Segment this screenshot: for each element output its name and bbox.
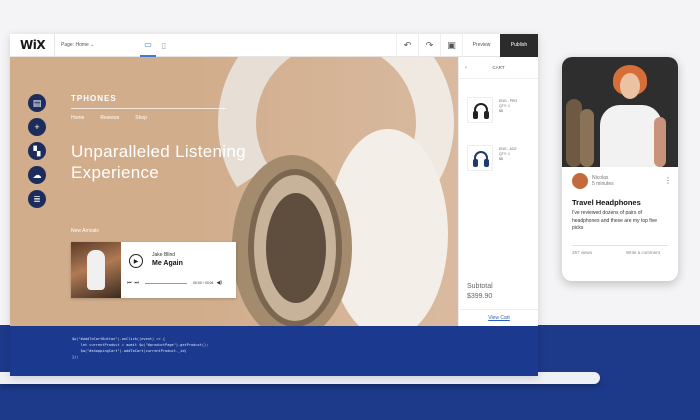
music-player: ▶ Jake Blind Me Again ⏮ ⏭ 00:00 / 03:04 … (71, 242, 236, 298)
undo-icon[interactable]: ↶ (396, 34, 418, 57)
editor-tools-rail: ▤ + ▚ ☁ ≣ (28, 94, 46, 208)
code-line: }); (72, 355, 79, 359)
runner-figure (87, 250, 105, 290)
page-selector[interactable]: Page: Home ⌄ (54, 34, 104, 57)
subtotal-label: Subtotal (467, 283, 493, 290)
person-shirt (600, 105, 662, 167)
redo-icon[interactable]: ↷ (418, 34, 440, 57)
cart-item-meta: ENG - PRO QTY: 1 $$ (499, 97, 517, 123)
cart-header: ‹ CART (459, 57, 538, 79)
nav-item-shop[interactable]: Shop (135, 115, 147, 121)
cart-item[interactable]: ENG - ACE QTY: 1 $$ (467, 145, 517, 171)
code-panel[interactable]: $w("#addToCartButton").onClick((event) =… (10, 326, 538, 376)
wix-logo: WiX (20, 38, 46, 52)
post-excerpt: I've reviewed dozens of pairs of headpho… (572, 210, 658, 231)
cloud-upload-icon[interactable]: ☁ (28, 166, 46, 184)
more-options-icon[interactable]: ⋮ (664, 176, 672, 185)
headphones-mesh (266, 193, 326, 303)
post-time: 5 minutes (592, 181, 614, 187)
mobile-preview: Nicolas 5 minutes ⋮ Travel Headphones I'… (562, 57, 678, 281)
volume-icon[interactable]: ◀) (216, 280, 222, 286)
cart-item-price: $$ (499, 157, 503, 161)
add-icon[interactable]: + (28, 118, 46, 136)
cart-panel: ‹ CART ENG - PRO QTY: 1 $$ ENG - ACE QTY… (458, 57, 538, 326)
cart-item-price: $$ (499, 109, 503, 113)
player-body: ▶ Jake Blind Me Again ⏮ ⏭ 00:00 / 03:04 … (121, 242, 236, 298)
save-icon[interactable]: ▣ (440, 34, 462, 57)
headphones-thumbnail (467, 145, 493, 171)
headphones-thumbnail-cup (484, 159, 489, 167)
post-title[interactable]: Travel Headphones (572, 198, 641, 207)
cart-title: CART (492, 65, 505, 70)
track-title: Me Again (152, 260, 183, 267)
previous-icon[interactable]: ⏮ (127, 280, 132, 286)
person-face (620, 73, 640, 99)
editor-window: WiX Page: Home ⌄ ▭ ▯ ↶ ↷ ▣ Preview Publi… (10, 34, 538, 376)
write-comment-link[interactable]: Write a comment (626, 250, 660, 255)
author-info: Nicolas 5 minutes (592, 175, 614, 187)
nav-item-reviews[interactable]: Reviews (100, 115, 119, 121)
skateboard (580, 109, 594, 167)
database-icon[interactable]: ≣ (28, 190, 46, 208)
subtotal-value: $399.90 (467, 293, 493, 300)
cart-item-meta: ENG - ACE QTY: 1 $$ (499, 145, 517, 171)
chevron-left-icon[interactable]: ‹ (465, 65, 467, 71)
player-cover-image (71, 242, 121, 298)
track-time: 00:00 / 03:04 (193, 281, 214, 285)
editor-topbar: WiX Page: Home ⌄ ▭ ▯ ↶ ↷ ▣ Preview Publi… (10, 34, 538, 57)
mobile-icon[interactable]: ▯ (156, 34, 172, 57)
cart-item[interactable]: ENG - PRO QTY: 1 $$ (467, 97, 517, 123)
post-divider (572, 245, 668, 246)
apps-icon[interactable]: ▚ (28, 142, 46, 160)
view-cart-link[interactable]: View Cart (459, 309, 538, 326)
site-brand: TPHONES (71, 94, 117, 103)
nav-item-home[interactable]: Home (71, 115, 84, 121)
post-author: Nicolas 5 minutes (572, 173, 614, 189)
play-icon[interactable]: ▶ (129, 254, 143, 268)
section-label: New Arrivals (71, 228, 99, 234)
post-views: 257 views (572, 250, 593, 255)
desktop-icon[interactable]: ▭ (140, 34, 156, 57)
next-icon[interactable]: ⏭ (135, 280, 140, 286)
headphones-thumbnail-cup (473, 159, 478, 167)
track-artist: Jake Blind (152, 252, 176, 258)
page-icon[interactable]: ▤ (28, 94, 46, 112)
headphones-thumbnail-cup (473, 111, 478, 119)
publish-button[interactable]: Publish (500, 34, 538, 57)
nav-divider (71, 108, 226, 109)
preview-button[interactable]: Preview (462, 34, 500, 57)
headphones-thumbnail (467, 97, 493, 123)
player-controls: ⏮ ⏭ 00:00 / 03:04 ◀) (127, 280, 222, 286)
person-arm (654, 117, 666, 167)
hero-headline: Unparalleled Listening Experience (71, 142, 246, 182)
site-canvas[interactable]: ▤ + ▚ ☁ ≣ TPHONES Home Reviews Shop Unpa… (10, 57, 458, 326)
progress-bar[interactable] (145, 282, 188, 284)
blog-post-image (562, 57, 678, 167)
avatar[interactable] (572, 173, 588, 189)
site-nav: Home Reviews Shop (71, 115, 147, 121)
headphones-thumbnail-cup (484, 111, 489, 119)
